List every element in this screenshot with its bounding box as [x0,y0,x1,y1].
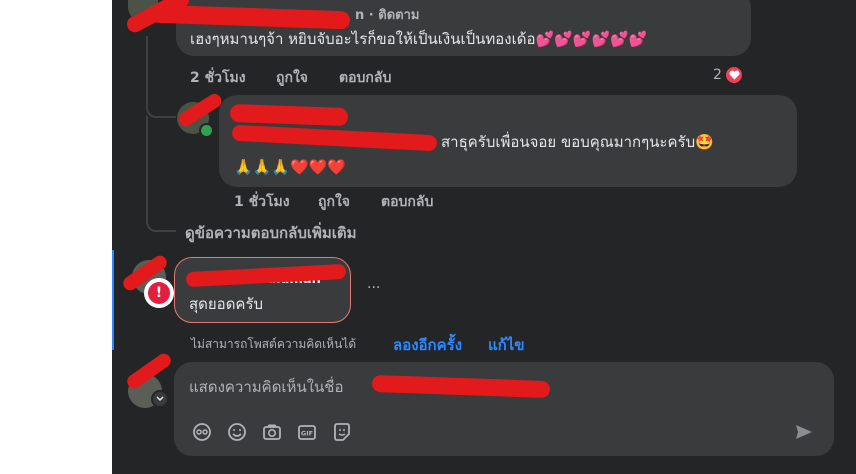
gif-icon[interactable]: GIF [296,421,318,443]
comment-text: สุดยอดครับ [189,295,264,313]
emoji-icon[interactable] [226,421,248,443]
reply-button[interactable]: ตอบกลับ [339,67,391,89]
error-message: ไม่สามารถโพสต์ความคิดเห็นได้ [191,337,357,351]
comment-text: สาธุครับเพื่อนจอย ขอบคุณมากๆนะครับ🤩 [441,133,714,151]
send-icon[interactable] [793,421,815,443]
heart-reaction-icon [724,65,744,85]
reply-button[interactable]: ตอบกลับ [381,191,433,213]
svg-text:GIF: GIF [301,430,313,438]
more-options-icon[interactable]: ··· [367,280,380,296]
like-button[interactable]: ถูกใจ [318,191,350,213]
comment-text: เฮงๆหมานๆจ้า หยิบจับอะไรก็ขอให้เป็นเงินเ… [190,30,648,48]
error-icon: ! [144,278,174,308]
edit-button[interactable]: แก้ไข [488,333,525,357]
comment-input[interactable]: แสดงความคิดเห็นในชื่อ [189,375,343,399]
online-status-dot [199,123,214,138]
retry-button[interactable]: ลองอีกครั้ง [393,333,462,357]
failed-comment-indicator-bar [112,250,114,350]
thread-line [146,116,176,232]
thread-line [146,36,176,118]
sticker-icon[interactable] [331,421,353,443]
comment-text-line2: 🙏🙏🙏❤️❤️❤️ [234,158,347,176]
like-button[interactable]: ถูกใจ [276,67,308,89]
view-more-replies-link[interactable]: ดูข้อความตอบกลับเพิ่มเติม [185,221,357,245]
comment-author[interactable]: n · ติดตาม [355,4,419,25]
chevron-down-icon[interactable] [151,390,169,408]
comment-time[interactable]: 2 ชั่วโมง [190,67,246,89]
reaction-count[interactable]: 2 [713,67,722,83]
comment-time[interactable]: 1 ชั่วโมง [234,191,290,213]
avatar-sticker-icon[interactable] [191,421,213,443]
camera-icon[interactable] [261,421,283,443]
